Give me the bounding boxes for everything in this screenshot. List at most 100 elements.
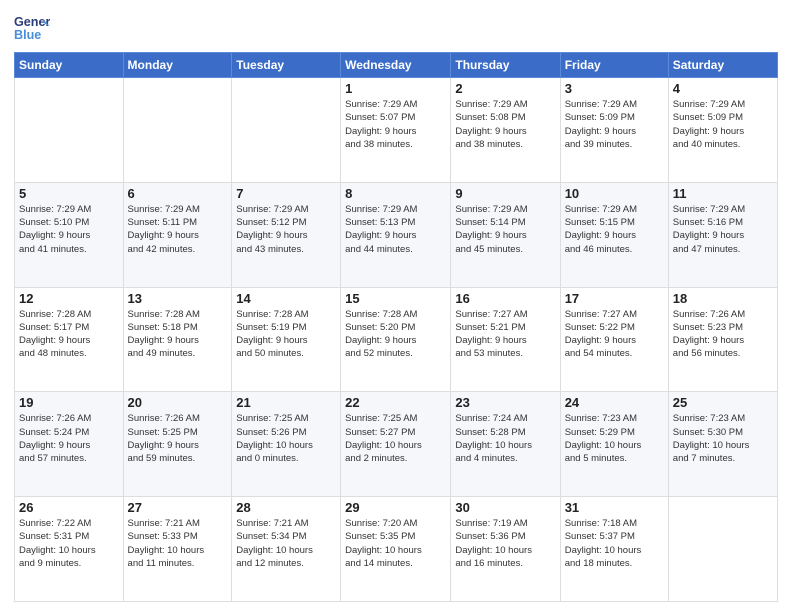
day-number: 12 bbox=[19, 291, 119, 306]
day-number: 28 bbox=[236, 500, 336, 515]
day-number: 25 bbox=[673, 395, 773, 410]
day-info: Sunrise: 7:21 AM Sunset: 5:34 PM Dayligh… bbox=[236, 517, 336, 570]
day-info: Sunrise: 7:20 AM Sunset: 5:35 PM Dayligh… bbox=[345, 517, 446, 570]
week-row-3: 19 Sunrise: 7:26 AM Sunset: 5:24 PM Dayli… bbox=[15, 392, 778, 497]
calendar-cell: 10 Sunrise: 7:29 AM Sunset: 5:15 PM Dayli… bbox=[560, 182, 668, 287]
day-number: 15 bbox=[345, 291, 446, 306]
day-number: 29 bbox=[345, 500, 446, 515]
weekday-header-wednesday: Wednesday bbox=[341, 53, 451, 78]
weekday-header-saturday: Saturday bbox=[668, 53, 777, 78]
calendar-cell bbox=[15, 78, 124, 183]
calendar-page: General Blue SundayMondayTuesdayWednesda… bbox=[0, 0, 792, 612]
day-info: Sunrise: 7:29 AM Sunset: 5:15 PM Dayligh… bbox=[565, 203, 664, 256]
day-info: Sunrise: 7:28 AM Sunset: 5:17 PM Dayligh… bbox=[19, 308, 119, 361]
day-info: Sunrise: 7:29 AM Sunset: 5:08 PM Dayligh… bbox=[455, 98, 555, 151]
day-number: 26 bbox=[19, 500, 119, 515]
calendar-cell bbox=[668, 497, 777, 602]
calendar-cell: 27 Sunrise: 7:21 AM Sunset: 5:33 PM Dayli… bbox=[123, 497, 232, 602]
day-number: 5 bbox=[19, 186, 119, 201]
calendar-cell: 22 Sunrise: 7:25 AM Sunset: 5:27 PM Dayli… bbox=[341, 392, 451, 497]
calendar-cell: 9Sunrise: 7:29 AM Sunset: 5:14 PM Daylig… bbox=[451, 182, 560, 287]
weekday-header-monday: Monday bbox=[123, 53, 232, 78]
calendar-cell bbox=[232, 78, 341, 183]
logo-icon: General Blue bbox=[14, 10, 50, 46]
day-number: 11 bbox=[673, 186, 773, 201]
week-row-0: 1 Sunrise: 7:29 AM Sunset: 5:07 PM Daylig… bbox=[15, 78, 778, 183]
day-number: 4 bbox=[673, 81, 773, 96]
day-number: 20 bbox=[128, 395, 228, 410]
weekday-header-sunday: Sunday bbox=[15, 53, 124, 78]
day-info: Sunrise: 7:29 AM Sunset: 5:16 PM Dayligh… bbox=[673, 203, 773, 256]
day-info: Sunrise: 7:29 AM Sunset: 5:14 PM Dayligh… bbox=[455, 203, 555, 256]
day-number: 14 bbox=[236, 291, 336, 306]
day-info: Sunrise: 7:25 AM Sunset: 5:27 PM Dayligh… bbox=[345, 412, 446, 465]
calendar-cell: 12 Sunrise: 7:28 AM Sunset: 5:17 PM Dayli… bbox=[15, 287, 124, 392]
calendar-cell: 6Sunrise: 7:29 AM Sunset: 5:11 PM Daylig… bbox=[123, 182, 232, 287]
calendar-cell: 17Sunrise: 7:27 AM Sunset: 5:22 PM Dayli… bbox=[560, 287, 668, 392]
svg-text:Blue: Blue bbox=[14, 28, 41, 42]
day-number: 24 bbox=[565, 395, 664, 410]
day-info: Sunrise: 7:22 AM Sunset: 5:31 PM Dayligh… bbox=[19, 517, 119, 570]
day-info: Sunrise: 7:27 AM Sunset: 5:21 PM Dayligh… bbox=[455, 308, 555, 361]
day-number: 18 bbox=[673, 291, 773, 306]
calendar-cell: 31 Sunrise: 7:18 AM Sunset: 5:37 PM Dayli… bbox=[560, 497, 668, 602]
day-info: Sunrise: 7:29 AM Sunset: 5:07 PM Dayligh… bbox=[345, 98, 446, 151]
day-number: 2 bbox=[455, 81, 555, 96]
day-number: 21 bbox=[236, 395, 336, 410]
day-info: Sunrise: 7:29 AM Sunset: 5:12 PM Dayligh… bbox=[236, 203, 336, 256]
day-info: Sunrise: 7:21 AM Sunset: 5:33 PM Dayligh… bbox=[128, 517, 228, 570]
day-number: 19 bbox=[19, 395, 119, 410]
week-row-2: 12 Sunrise: 7:28 AM Sunset: 5:17 PM Dayli… bbox=[15, 287, 778, 392]
weekday-header-thursday: Thursday bbox=[451, 53, 560, 78]
day-number: 8 bbox=[345, 186, 446, 201]
day-info: Sunrise: 7:23 AM Sunset: 5:30 PM Dayligh… bbox=[673, 412, 773, 465]
day-number: 31 bbox=[565, 500, 664, 515]
calendar-cell: 5 Sunrise: 7:29 AM Sunset: 5:10 PM Daylig… bbox=[15, 182, 124, 287]
day-info: Sunrise: 7:25 AM Sunset: 5:26 PM Dayligh… bbox=[236, 412, 336, 465]
day-number: 27 bbox=[128, 500, 228, 515]
day-info: Sunrise: 7:29 AM Sunset: 5:09 PM Dayligh… bbox=[673, 98, 773, 151]
calendar-cell: 3 Sunrise: 7:29 AM Sunset: 5:09 PM Daylig… bbox=[560, 78, 668, 183]
day-number: 6 bbox=[128, 186, 228, 201]
weekday-header-friday: Friday bbox=[560, 53, 668, 78]
day-info: Sunrise: 7:29 AM Sunset: 5:09 PM Dayligh… bbox=[565, 98, 664, 151]
calendar-cell: 28 Sunrise: 7:21 AM Sunset: 5:34 PM Dayli… bbox=[232, 497, 341, 602]
day-info: Sunrise: 7:19 AM Sunset: 5:36 PM Dayligh… bbox=[455, 517, 555, 570]
calendar-cell: 14 Sunrise: 7:28 AM Sunset: 5:19 PM Dayli… bbox=[232, 287, 341, 392]
calendar-cell: 8Sunrise: 7:29 AM Sunset: 5:13 PM Daylig… bbox=[341, 182, 451, 287]
calendar-cell: 4 Sunrise: 7:29 AM Sunset: 5:09 PM Daylig… bbox=[668, 78, 777, 183]
day-number: 3 bbox=[565, 81, 664, 96]
calendar-cell: 15 Sunrise: 7:28 AM Sunset: 5:20 PM Dayli… bbox=[341, 287, 451, 392]
day-number: 22 bbox=[345, 395, 446, 410]
calendar-body: 1 Sunrise: 7:29 AM Sunset: 5:07 PM Daylig… bbox=[15, 78, 778, 602]
day-number: 13 bbox=[128, 291, 228, 306]
calendar-cell: 11 Sunrise: 7:29 AM Sunset: 5:16 PM Dayli… bbox=[668, 182, 777, 287]
day-info: Sunrise: 7:29 AM Sunset: 5:10 PM Dayligh… bbox=[19, 203, 119, 256]
calendar-cell: 21 Sunrise: 7:25 AM Sunset: 5:26 PM Dayli… bbox=[232, 392, 341, 497]
calendar-cell: 23Sunrise: 7:24 AM Sunset: 5:28 PM Dayli… bbox=[451, 392, 560, 497]
calendar-cell bbox=[123, 78, 232, 183]
calendar-cell: 7 Sunrise: 7:29 AM Sunset: 5:12 PM Daylig… bbox=[232, 182, 341, 287]
calendar-cell: 25 Sunrise: 7:23 AM Sunset: 5:30 PM Dayli… bbox=[668, 392, 777, 497]
day-info: Sunrise: 7:28 AM Sunset: 5:20 PM Dayligh… bbox=[345, 308, 446, 361]
week-row-1: 5 Sunrise: 7:29 AM Sunset: 5:10 PM Daylig… bbox=[15, 182, 778, 287]
header: General Blue bbox=[14, 10, 778, 46]
day-info: Sunrise: 7:24 AM Sunset: 5:28 PM Dayligh… bbox=[455, 412, 555, 465]
day-info: Sunrise: 7:28 AM Sunset: 5:18 PM Dayligh… bbox=[128, 308, 228, 361]
calendar-cell: 1 Sunrise: 7:29 AM Sunset: 5:07 PM Daylig… bbox=[341, 78, 451, 183]
week-row-4: 26 Sunrise: 7:22 AM Sunset: 5:31 PM Dayli… bbox=[15, 497, 778, 602]
day-info: Sunrise: 7:28 AM Sunset: 5:19 PM Dayligh… bbox=[236, 308, 336, 361]
calendar-cell: 13 Sunrise: 7:28 AM Sunset: 5:18 PM Dayli… bbox=[123, 287, 232, 392]
calendar-cell: 24Sunrise: 7:23 AM Sunset: 5:29 PM Dayli… bbox=[560, 392, 668, 497]
day-info: Sunrise: 7:26 AM Sunset: 5:25 PM Dayligh… bbox=[128, 412, 228, 465]
day-number: 1 bbox=[345, 81, 446, 96]
weekday-header-row: SundayMondayTuesdayWednesdayThursdayFrid… bbox=[15, 53, 778, 78]
calendar-cell: 2 Sunrise: 7:29 AM Sunset: 5:08 PM Daylig… bbox=[451, 78, 560, 183]
day-info: Sunrise: 7:18 AM Sunset: 5:37 PM Dayligh… bbox=[565, 517, 664, 570]
day-info: Sunrise: 7:26 AM Sunset: 5:24 PM Dayligh… bbox=[19, 412, 119, 465]
day-info: Sunrise: 7:26 AM Sunset: 5:23 PM Dayligh… bbox=[673, 308, 773, 361]
day-number: 16 bbox=[455, 291, 555, 306]
day-number: 10 bbox=[565, 186, 664, 201]
day-number: 7 bbox=[236, 186, 336, 201]
calendar-cell: 20 Sunrise: 7:26 AM Sunset: 5:25 PM Dayli… bbox=[123, 392, 232, 497]
